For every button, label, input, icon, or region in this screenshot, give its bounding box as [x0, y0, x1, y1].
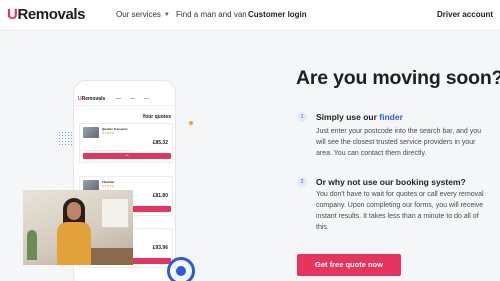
phone-menu-placeholder: ▬▬: [144, 97, 149, 100]
photo-person-face: [67, 202, 81, 220]
step-title: Or why not use our booking system?: [316, 177, 466, 187]
nav-customer-login[interactable]: Customer login: [248, 10, 307, 20]
card-price: £85.32: [152, 140, 168, 146]
step-description: You don't have to wait for quotes or cal…: [316, 191, 484, 231]
photo-person-shirt: [57, 222, 91, 265]
van-thumbnail: [83, 127, 99, 138]
step-number-badge: 1: [297, 112, 307, 122]
step-title: Simply use our finder: [316, 112, 403, 122]
dot-pattern-decoration: [58, 131, 72, 145]
page-headline: Are you moving soon?: [296, 67, 500, 89]
card-price: £81.80: [152, 193, 168, 199]
get-free-quote-button[interactable]: Get free quote now: [297, 254, 401, 276]
photo-window: [101, 198, 129, 228]
phone-quotes-title: Your quotes: [142, 114, 171, 120]
finder-link[interactable]: finder: [379, 112, 403, 122]
chevron-down-icon: ▼: [163, 12, 170, 18]
phone-quote-card: Quattro Transport ★★★★★ £85.32 ━━: [79, 123, 173, 163]
nav-driver-account[interactable]: Driver account: [437, 10, 493, 20]
step-number-badge: 2: [297, 177, 307, 187]
logo[interactable]: URemovals: [7, 6, 86, 24]
nav-find-man-van[interactable]: Find a man and van: [176, 10, 247, 20]
card-book-button: ━━: [83, 153, 171, 159]
phone-menu-placeholder: ▬▬: [130, 97, 135, 100]
circle-decoration: [167, 257, 195, 281]
customer-photo: [23, 190, 133, 265]
phone-logo: URemovals: [78, 96, 106, 102]
rating-stars: ★★★★★: [102, 131, 114, 135]
phone-header: URemovals ▬▬ ▬▬ ▬▬: [74, 94, 175, 106]
card-detail-line: [83, 150, 133, 151]
rating-stars: ★★★★★: [102, 184, 114, 188]
nav-our-services[interactable]: Our services ▼: [116, 10, 170, 21]
step-description: Just enter your postcode into the search…: [316, 128, 481, 157]
phone-menu-placeholder: ▬▬: [116, 97, 121, 100]
card-price: £93.96: [152, 245, 168, 251]
photo-plant: [27, 230, 37, 260]
accent-dot-decoration: [189, 121, 193, 125]
top-nav: URemovals Our services ▼ Find a man and v…: [0, 0, 500, 31]
